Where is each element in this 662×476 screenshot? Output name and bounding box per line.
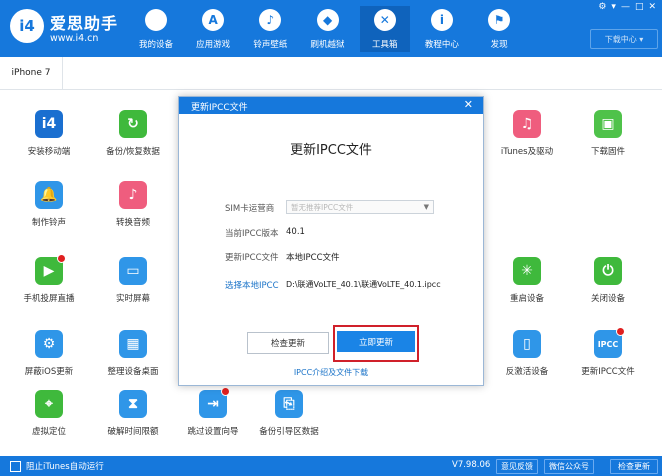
dialog-header-title: 更新IPCC文件 bbox=[191, 103, 248, 113]
modal-overlay: 更新IPCC文件 ✕ 更新IPCC文件 SIM卡运营商 暂无推荐IPCC文件 ▼… bbox=[0, 0, 662, 476]
ipcc-info-link[interactable]: IPCC介绍及文件下载 bbox=[179, 367, 483, 378]
update-file-label: 更新IPCC文件 bbox=[225, 253, 279, 263]
update-now-button[interactable]: 立即更新 bbox=[337, 331, 415, 352]
check-update-button[interactable]: 检查更新 bbox=[247, 332, 329, 354]
ipcc-update-dialog: 更新IPCC文件 ✕ 更新IPCC文件 SIM卡运营商 暂无推荐IPCC文件 ▼… bbox=[178, 96, 484, 386]
current-version-value: 40.1 bbox=[286, 227, 305, 237]
dialog-title: 更新IPCC文件 bbox=[290, 143, 372, 158]
dialog-header: 更新IPCC文件 ✕ bbox=[179, 97, 483, 114]
current-version-label: 当前IPCC版本 bbox=[225, 229, 279, 239]
carrier-label: SIM卡运营商 bbox=[225, 204, 275, 214]
update-file-value: 本地IPCC文件 bbox=[286, 253, 340, 263]
carrier-select-placeholder: 暂无推荐IPCC文件 bbox=[291, 202, 354, 212]
carrier-select[interactable]: 暂无推荐IPCC文件 ▼ bbox=[286, 200, 434, 214]
close-icon[interactable]: ✕ bbox=[464, 98, 473, 111]
chevron-down-icon: ▼ bbox=[423, 203, 429, 211]
choose-local-ipcc-link[interactable]: 选择本地IPCC bbox=[225, 279, 279, 291]
local-file-path: D:\联通VoLTE_40.1\联通VoLTE_40.1.ipcc bbox=[286, 280, 441, 289]
